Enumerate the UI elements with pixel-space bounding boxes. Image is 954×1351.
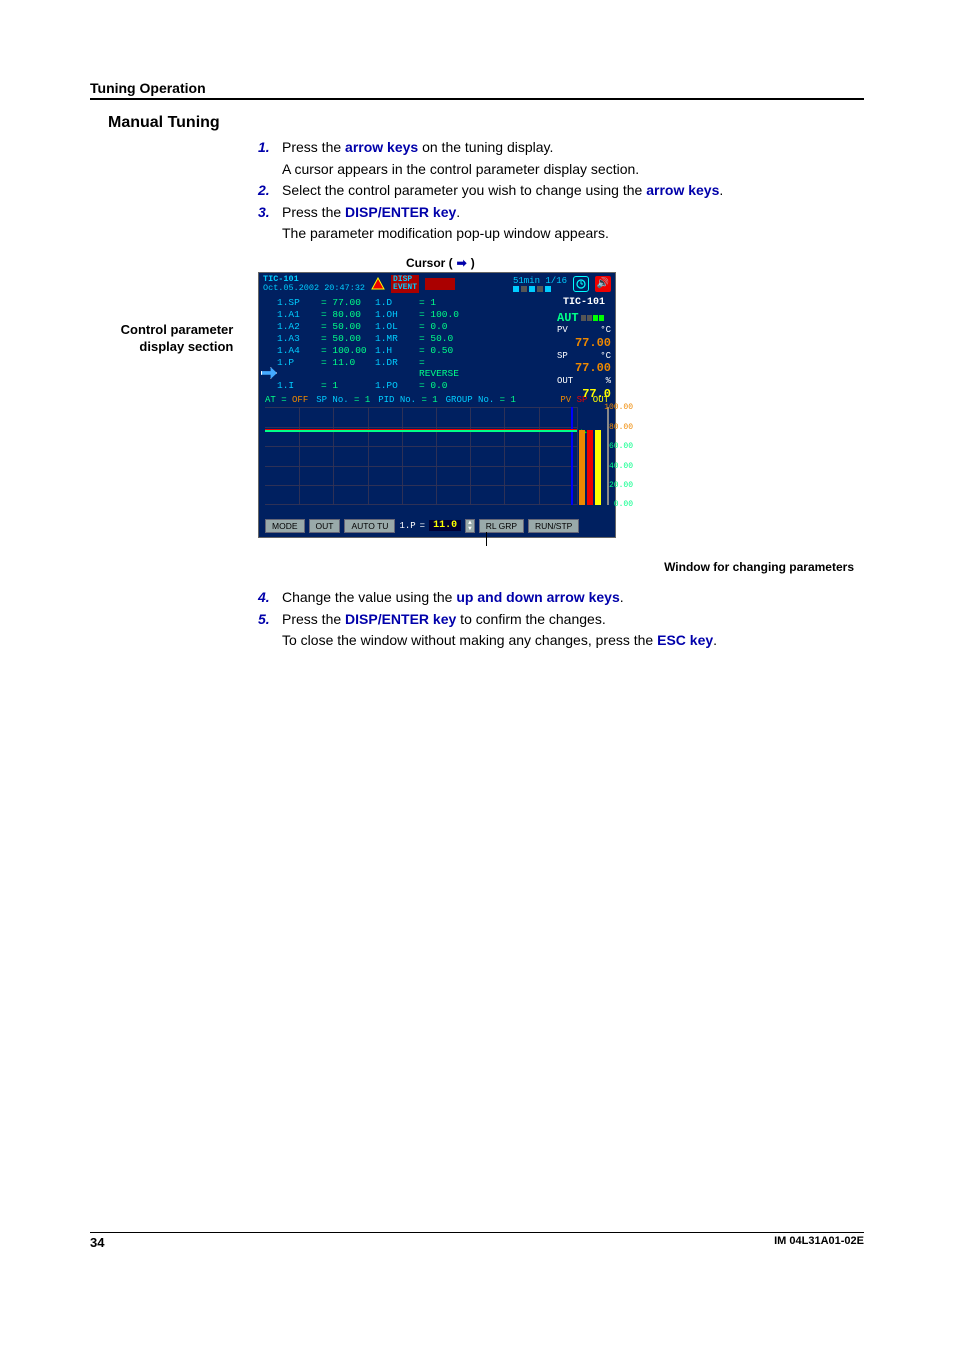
key-ref: arrow keys (646, 182, 719, 198)
right-arrow-icon: ➡ (457, 256, 467, 270)
edit-value: 11.0 (429, 520, 461, 531)
bar-indicator (425, 278, 455, 290)
step-3-followup: The parameter modification pop-up window… (282, 224, 864, 244)
page-footer: 34 IM 04L31A01-02E (90, 1232, 864, 1250)
mode-button[interactable]: MODE (265, 519, 305, 533)
key-ref: DISP/ENTER key (345, 204, 456, 220)
value-edit-popup[interactable]: 1.P = 11.0 ▲▼ (399, 519, 474, 533)
alarm-icon (371, 277, 385, 291)
right-panel: TIC-101 AUT PV°C 77.00 SP°C 77.00 OUT% 7… (557, 297, 611, 401)
step-2: 2. Select the control parameter you wish… (258, 181, 864, 201)
side-annotation: Control parameterdisplay section (121, 322, 234, 356)
steps-after-figure: 4. Change the value using the up and dow… (258, 588, 864, 651)
device-screen: TIC-101 Oct.05.2002 20:47:32 DISPEVENT (258, 272, 616, 538)
key-ref: up and down arrow keys (456, 589, 619, 605)
step-number: 3. (258, 203, 282, 223)
step-text: Press the DISP/ENTER key to confirm the … (282, 610, 864, 630)
subsection-title: Manual Tuning (108, 114, 864, 132)
document-id: IM 04L31A01-02E (774, 1235, 864, 1250)
cursor-label: Cursor (➡) (406, 256, 864, 270)
key-ref: arrow keys (345, 139, 418, 155)
step-number: 4. (258, 588, 282, 608)
step-text: Change the value using the up and down a… (282, 588, 864, 608)
run-stop-button[interactable]: RUN/STP (528, 519, 579, 533)
caption-pointer (258, 538, 864, 552)
step-1: 1. Press the arrow keys on the tuning di… (258, 138, 864, 158)
clock-icon (573, 276, 589, 292)
step-5-followup: To close the window without making any c… (282, 631, 864, 651)
trend-graph: 100.00 80.00 60.00 40.00 20.00 0.00 ▶ (265, 407, 609, 505)
step-text: Press the DISP/ENTER key. (282, 203, 864, 223)
step-number: 1. (258, 138, 282, 158)
screen-footer: MODE OUT AUTO TU 1.P = 11.0 ▲▼ RL GRP RU… (265, 519, 609, 533)
step-3: 3. Press the DISP/ENTER key. (258, 203, 864, 223)
time-div-label: 51min 1/16 (513, 276, 567, 286)
stepper-icon[interactable]: ▲▼ (465, 519, 475, 533)
page-number: 34 (90, 1235, 104, 1250)
sound-icon: 🔊 (595, 276, 611, 292)
step-1-followup: A cursor appears in the control paramete… (282, 160, 864, 180)
step-text: Select the control parameter you wish to… (282, 181, 864, 201)
step-5: 5. Press the DISP/ENTER key to confirm t… (258, 610, 864, 630)
screen-timestamp: Oct.05.2002 20:47:32 (263, 284, 365, 293)
key-ref: DISP/ENTER key (345, 611, 456, 627)
section-header: Tuning Operation (90, 80, 864, 100)
rl-grp-button[interactable]: RL GRP (479, 519, 524, 533)
step-number: 2. (258, 181, 282, 201)
key-ref: ESC key (657, 632, 713, 648)
step-text: Press the arrow keys on the tuning displ… (282, 138, 864, 158)
out-button[interactable]: OUT (309, 519, 341, 533)
indicator-boxes (513, 286, 567, 292)
step-4: 4. Change the value using the up and dow… (258, 588, 864, 608)
step-number: 5. (258, 610, 282, 630)
steps-before-figure: 1. Press the arrow keys on the tuning di… (258, 138, 864, 244)
auto-tune-button[interactable]: AUTO TU (344, 519, 395, 533)
disp-event-label: DISPEVENT (391, 275, 419, 293)
figure-caption: Window for changing parameters (258, 560, 864, 574)
